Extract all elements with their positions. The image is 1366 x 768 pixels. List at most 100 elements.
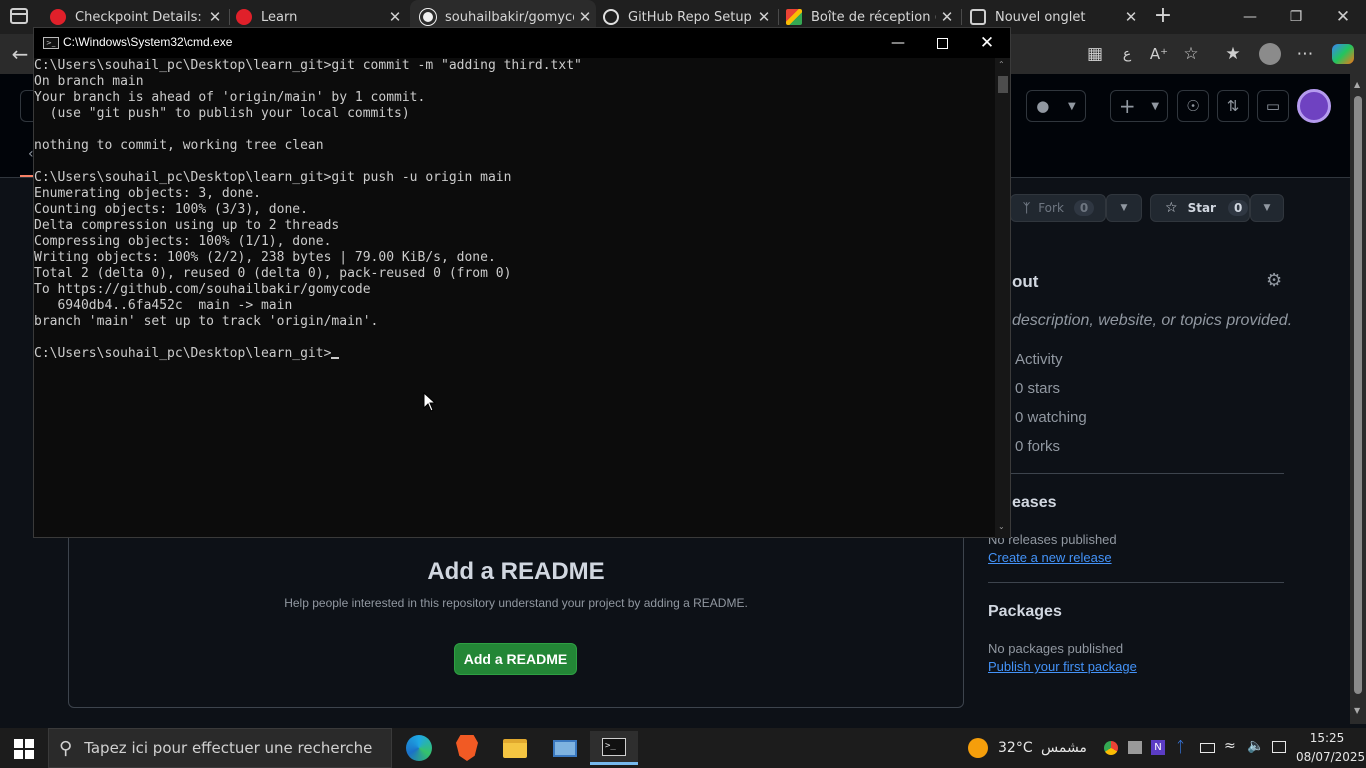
star-dropdown-button[interactable]: ▼ [1250,194,1284,222]
close-icon[interactable]: ✕ [1120,8,1142,26]
star-button[interactable]: ☆ Star 0 [1150,194,1250,222]
divider [988,582,1284,583]
console-line: On branch main [34,74,144,89]
fork-button[interactable]: ᛉ Fork 0 [1010,194,1106,222]
stars-link[interactable]: 0 stars [1015,380,1060,397]
remote-desktop-icon[interactable] [541,731,589,765]
restore-button[interactable]: ❐ [1273,0,1319,34]
create-new-button[interactable]: + ▼ [1110,90,1168,122]
releases-title: eases [1012,494,1057,511]
bluetooth-icon[interactable]: ᛏ [1176,738,1185,756]
windows-start-icon[interactable] [14,739,34,759]
add-readme-button[interactable]: Add a README [454,643,577,675]
chatgpt-icon [603,9,619,25]
packages-empty-text: No packages published [988,641,1124,656]
console-line: (use "git push" to publish your local co… [34,106,410,121]
readme-description: Help people interested in this repositor… [284,596,748,610]
battery-icon[interactable] [1200,743,1215,753]
search-icon: ⚲ [59,737,73,759]
tab-actions-icon[interactable] [10,8,28,24]
console-line: C:\Users\souhail_pc\Desktop\learn_git>gi… [34,170,512,185]
fork-icon: ᛉ [1023,201,1031,215]
cmd-output[interactable]: C:\Users\souhail_pc\Desktop\learn_git>gi… [34,58,996,538]
translate-icon[interactable]: ع [1115,42,1139,66]
console-line: branch 'main' set up to track 'origin/ma… [34,314,379,329]
file-explorer-icon[interactable] [491,731,539,765]
create-release-link[interactable]: Create a new release [988,550,1112,565]
close-icon[interactable]: ✕ [204,8,226,26]
chrome-tray-icon[interactable] [1104,741,1118,755]
star-icon: ☆ [1165,200,1178,216]
weather-text[interactable]: مشمس [1041,740,1087,756]
close-icon[interactable]: ✕ [574,8,596,26]
copilot-icon[interactable] [1332,44,1354,64]
divider [988,473,1284,474]
gear-icon[interactable]: ⚙ [1266,270,1282,291]
readme-title: Add a README [427,558,605,585]
close-window-button[interactable]: ✕ [1320,0,1366,34]
console-line: Writing objects: 100% (2/2), 238 bytes |… [34,250,496,265]
about-title: out [1012,272,1039,291]
issues-icon[interactable]: ☉ [1177,90,1209,122]
display-icon[interactable] [1272,741,1286,753]
opera-icon [50,9,66,25]
cmd-window[interactable]: >_ C:\Windows\System32\cmd.exe — ✕ C:\Us… [33,27,1011,538]
taskbar-search[interactable]: ⚲ Tapez ici pour effectuer une recherche [48,728,392,768]
cmd-title-bar[interactable]: >_ C:\Windows\System32\cmd.exe — ✕ [34,28,1010,58]
browser-scrollbar[interactable]: ▲ ▼ [1350,74,1366,724]
console-line: C:\Users\souhail_pc\Desktop\learn_git>gi… [34,58,582,73]
cmd-close-button[interactable]: ✕ [964,28,1010,58]
close-icon[interactable]: ✕ [936,8,958,26]
edge-app-icon[interactable] [395,731,443,765]
read-aloud-icon[interactable]: A⁺ [1147,42,1171,66]
clock-date[interactable]: 08/07/2025 [1296,750,1365,764]
split-screen-icon[interactable]: ▦ [1083,42,1107,66]
watching-link[interactable]: 0 watching [1015,409,1087,426]
copilot-button[interactable]: ● ▼ [1026,90,1086,122]
notion-tray-icon[interactable]: N [1151,740,1165,755]
minimize-button[interactable]: — [1227,0,1273,34]
cmd-title: C:\Windows\System32\cmd.exe [63,35,233,49]
favorites-icon[interactable]: ★ [1221,42,1245,66]
close-icon[interactable]: ✕ [753,8,775,26]
favorite-star-icon[interactable]: ☆ [1179,42,1203,66]
cmd-minimize-button[interactable]: — [876,28,920,58]
console-line: Delta compression using up to 2 threads [34,218,340,233]
activity-link[interactable]: Activity [1015,351,1063,368]
console-line: To https://github.com/souhailbakir/gomyc… [34,282,371,297]
app-tray-icon[interactable] [1128,741,1142,754]
mouse-cursor [423,392,437,412]
volume-icon[interactable]: 🔈 [1247,738,1264,754]
pull-requests-icon[interactable]: ⇅ [1217,90,1249,122]
back-icon[interactable]: ← [8,42,32,66]
cmd-app-icon[interactable]: >_ [590,731,638,765]
clock-time[interactable]: 15:25 [1296,731,1358,745]
fork-dropdown-button[interactable]: ▼ [1106,194,1142,222]
user-avatar[interactable] [1297,89,1331,123]
wifi-icon[interactable]: ≈ [1224,738,1236,754]
forks-link[interactable]: 0 forks [1015,438,1060,455]
packages-title: Packages [988,603,1062,620]
console-line: Your branch is ahead of 'origin/main' by… [34,90,426,105]
close-icon[interactable]: ✕ [384,8,406,26]
cmd-icon: >_ [43,37,59,49]
console-line: Compressing objects: 100% (1/1), done. [34,234,332,249]
console-line: Total 2 (delta 0), reused 0 (delta 0), p… [34,266,512,281]
weather-temp[interactable]: 32°C [998,740,1033,756]
cmd-maximize-button[interactable] [920,28,964,58]
github-icon [419,8,437,26]
weather-sun-icon[interactable] [968,738,988,758]
menu-icon[interactable] [20,90,34,122]
readme-callout [68,520,964,708]
profile-avatar[interactable] [1259,43,1281,65]
cmd-scrollbar[interactable]: ⌃ ⌄ [995,58,1010,538]
brave-app-icon[interactable] [443,731,491,765]
inbox-icon[interactable]: ▭ [1257,90,1289,122]
publish-package-link[interactable]: Publish your first package [988,659,1137,674]
console-line: Counting objects: 100% (3/3), done. [34,202,308,217]
more-options-icon[interactable]: ⋯ [1293,42,1317,66]
new-tab-button[interactable]: + [1152,3,1174,28]
